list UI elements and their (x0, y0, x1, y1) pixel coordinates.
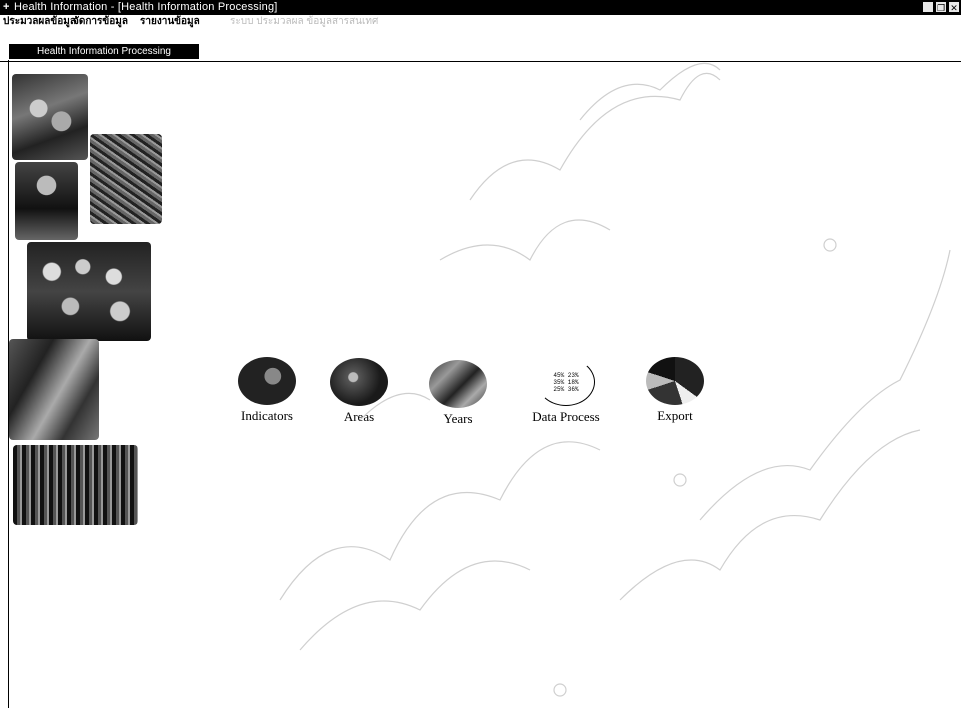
menu-item-process[interactable]: ประมวลผลข้อมูล (3, 15, 76, 28)
university-watermark (279, 62, 951, 697)
data-process-button[interactable]: 45% 23% 35% 18% 25% 36% Data Process (521, 358, 611, 425)
photo-landscape (90, 134, 162, 224)
menu-bar: ประมวลผลข้อมูล จัดการข้อมูล รายงานข้อมูล… (0, 15, 961, 28)
data-process-label: Data Process (532, 409, 600, 424)
data-table-icon: 45% 23% 35% 18% 25% 36% (537, 358, 595, 406)
window-title: Health Information - [Health Information… (14, 1, 278, 13)
export-label: Export (657, 408, 693, 423)
export-icon (646, 357, 704, 405)
data-line: 35% 18% (553, 378, 579, 386)
minimize-button[interactable]: _ (922, 1, 934, 13)
data-table-lines: 45% 23% 35% 18% 25% 36% (553, 372, 578, 393)
menu-item-report[interactable]: รายงานข้อมูล (140, 15, 200, 28)
close-button[interactable]: ✕ (948, 1, 960, 13)
tab-strip: Health Information Processing (0, 28, 961, 62)
data-line: 25% 36% (553, 385, 579, 393)
maximize-button[interactable]: ❐ (935, 1, 947, 13)
photo-person (15, 162, 78, 240)
export-button[interactable]: Export (630, 357, 720, 424)
areas-button[interactable]: Areas (314, 358, 404, 425)
years-button[interactable]: Years (413, 360, 503, 427)
indicators-button[interactable]: Indicators (222, 357, 312, 424)
areas-label: Areas (343, 409, 375, 424)
indicators-icon (238, 357, 296, 405)
window-controls: _ ❐ ✕ (922, 1, 960, 13)
photo-group (27, 242, 151, 341)
years-label: Years (443, 411, 473, 426)
photo-worker (9, 339, 99, 440)
photo-people-1 (12, 74, 88, 160)
photo-crowd (13, 445, 138, 525)
calendar-icon (429, 360, 487, 408)
indicators-label: Indicators (241, 408, 293, 423)
data-line: 45% 23% (553, 371, 579, 379)
app-icon: + (3, 1, 10, 13)
menu-faded-text: ระบบ ประมวลผล ข้อมูลสารสนเทศ (230, 16, 379, 27)
menu-item-manage[interactable]: จัดการข้อมูล (73, 15, 128, 28)
areas-icon (330, 358, 388, 406)
tab-health-information-processing[interactable]: Health Information Processing (9, 44, 199, 59)
title-bar: + Health Information - [Health Informati… (0, 0, 961, 15)
